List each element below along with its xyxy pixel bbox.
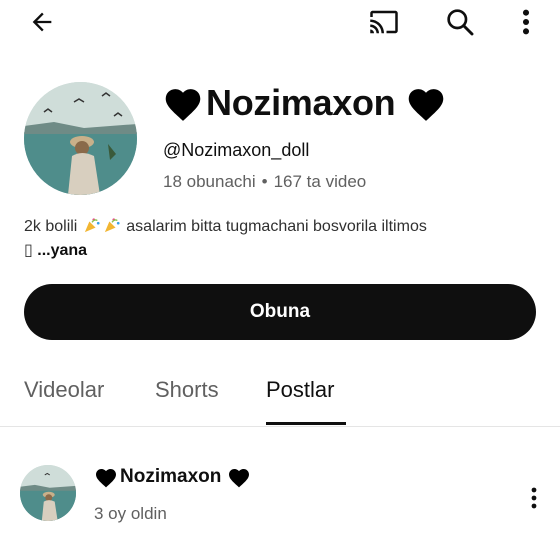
black-heart-icon (229, 469, 250, 488)
subscribe-button[interactable]: Obuna (24, 284, 536, 340)
more-vert-icon (531, 487, 537, 509)
separator-dot: • (261, 172, 268, 191)
party-popper-icon (104, 218, 120, 233)
cast-icon (370, 10, 398, 34)
tab-videolar[interactable]: Videolar (24, 377, 104, 403)
post-timestamp: 3 oy oldin (94, 504, 167, 523)
black-heart-icon (96, 469, 116, 488)
search-icon (447, 9, 474, 36)
post-author-name[interactable]: Nozimaxon (94, 466, 251, 488)
subscriber-count: 18 obunachi (163, 172, 256, 191)
post-author-text: Nozimaxon (120, 466, 222, 487)
back-button[interactable] (20, 0, 64, 44)
avatar-photo (20, 465, 76, 521)
video-count: 167 ta video (273, 172, 367, 191)
back-arrow-icon (32, 12, 52, 32)
tab-postlar[interactable]: Postlar (266, 377, 334, 403)
search-button[interactable] (438, 0, 482, 44)
description-text: 2k bolili (24, 218, 78, 235)
tabs-divider (0, 426, 560, 427)
cast-button[interactable] (362, 0, 406, 44)
black-heart-icon (165, 89, 201, 121)
description-text-continued: asalarim bitta tugmachani bosvorila ilti… (126, 218, 427, 235)
post-more-options-button[interactable] (516, 480, 552, 516)
channel-name: Nozimaxon (162, 82, 447, 124)
more-vert-icon (522, 9, 530, 35)
channel-stats: 18 obunachi • 167 ta video (163, 172, 366, 192)
active-tab-indicator (266, 422, 346, 425)
avatar-photo (24, 82, 137, 195)
tab-shorts[interactable]: Shorts (155, 377, 219, 403)
channel-tabs: Videolar Shorts Postlar (0, 362, 560, 426)
description-more-link[interactable]: ...yana (37, 242, 87, 259)
party-popper-icon (84, 218, 100, 233)
channel-name-text: Nozimaxon (206, 82, 396, 123)
missing-glyph: ▯ (24, 242, 33, 259)
channel-handle: @Nozimaxon_doll (163, 140, 310, 160)
post-author-avatar[interactable] (20, 465, 76, 521)
channel-avatar[interactable] (24, 82, 137, 195)
black-heart-icon (409, 89, 444, 121)
more-options-button[interactable] (504, 0, 548, 44)
channel-description[interactable]: 2k bolili asalarim bitta tugmachani bosv… (24, 215, 524, 263)
